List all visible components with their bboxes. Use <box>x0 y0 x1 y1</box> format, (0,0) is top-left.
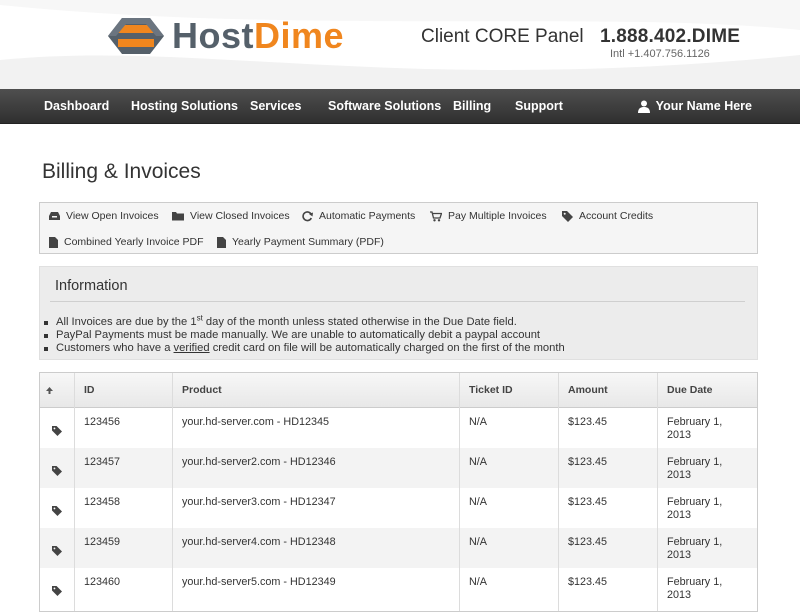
information-panel: Information All Invoices are due by the … <box>39 266 758 360</box>
invoice-amount: $123.45 <box>568 496 608 508</box>
main-nav: Dashboard Hosting Solutions Services Sof… <box>0 89 800 124</box>
invoice-id[interactable]: 123458 <box>84 496 120 509</box>
info-item-paypal: PayPal Payments must be made manually. W… <box>44 329 565 342</box>
tag-icon <box>52 586 62 596</box>
invoice-id[interactable]: 123456 <box>84 416 120 429</box>
invoice-amount: $123.45 <box>568 456 608 468</box>
nav-software-solutions[interactable]: Software Solutions <box>328 89 441 124</box>
invoice-product: your.hd-server4.com - HD12348 <box>182 536 336 548</box>
phone-number: 1.888.402.DIME <box>600 26 741 47</box>
user-name: Your Name Here <box>655 99 752 113</box>
view-open-invoices-link[interactable]: View Open Invoices <box>49 209 159 223</box>
header-due-date[interactable]: Due Date <box>667 373 713 408</box>
information-list: All Invoices are due by the 1st day of t… <box>44 314 565 355</box>
document-icon <box>217 236 226 248</box>
logo-mark-icon <box>108 18 164 54</box>
nav-services[interactable]: Services <box>250 89 301 124</box>
invoice-ticket-id: N/A <box>469 536 487 548</box>
user-icon <box>637 100 650 113</box>
combined-yearly-invoice-pdf-link[interactable]: Combined Yearly Invoice PDF <box>49 235 204 249</box>
invoice-ticket-id: N/A <box>469 456 487 468</box>
sort-column-header[interactable] <box>46 373 60 408</box>
header-id[interactable]: ID <box>84 373 95 408</box>
table-header-row: ID Product Ticket ID Amount Due Date <box>40 373 757 408</box>
inbox-icon <box>49 212 60 220</box>
page-title: Billing & Invoices <box>42 160 201 183</box>
nav-support[interactable]: Support <box>515 89 563 124</box>
invoice-due-date: February 1, 2013 <box>667 416 723 441</box>
invoice-amount: $123.45 <box>568 536 608 548</box>
invoice-ticket-id: N/A <box>469 496 487 508</box>
invoice-ticket-id: N/A <box>469 576 487 588</box>
pay-multiple-invoices-link[interactable]: Pay Multiple Invoices <box>430 209 547 223</box>
document-icon <box>49 236 58 248</box>
invoice-due-date: February 1, 2013 <box>667 536 723 561</box>
table-row[interactable]: 123457 your.hd-server2.com - HD12346 N/A… <box>40 448 757 488</box>
nav-hosting-solutions[interactable]: Hosting Solutions <box>131 89 238 124</box>
table-row[interactable]: 123460 your.hd-server5.com - HD12349 N/A… <box>40 568 757 608</box>
user-menu[interactable]: Your Name Here <box>637 89 752 124</box>
tag-icon <box>52 426 62 436</box>
invoices-table: ID Product Ticket ID Amount Due Date 123… <box>39 372 758 612</box>
invoice-ticket-id: N/A <box>469 416 487 428</box>
panel-title: Client CORE Panel <box>421 26 584 47</box>
header-ticket-id[interactable]: Ticket ID <box>469 373 513 408</box>
information-divider <box>50 301 745 302</box>
invoice-product: your.hd-server5.com - HD12349 <box>182 576 336 588</box>
nav-dashboard[interactable]: Dashboard <box>44 89 109 124</box>
header-product[interactable]: Product <box>182 373 222 408</box>
invoice-product: your.hd-server2.com - HD12346 <box>182 456 336 468</box>
phone-international: Intl +1.407.756.1126 <box>610 48 710 60</box>
invoice-id[interactable]: 123460 <box>84 576 120 589</box>
billing-toolbar: View Open Invoices View Closed Invoices … <box>39 202 758 254</box>
invoice-product: your.hd-server3.com - HD12347 <box>182 496 336 508</box>
tag-icon <box>52 466 62 476</box>
invoice-id[interactable]: 123459 <box>84 536 120 549</box>
table-row[interactable]: 123459 your.hd-server4.com - HD12348 N/A… <box>40 528 757 568</box>
invoice-amount: $123.45 <box>568 576 608 588</box>
invoice-id[interactable]: 123457 <box>84 456 120 469</box>
view-closed-invoices-link[interactable]: View Closed Invoices <box>172 209 290 223</box>
sort-arrow-icon <box>46 387 53 394</box>
verified-link[interactable]: verified <box>174 342 210 354</box>
tag-icon <box>52 506 62 516</box>
info-item-due-date: All Invoices are due by the 1st day of t… <box>44 314 565 329</box>
site-header: HostDime Client CORE Panel 1.888.402.DIM… <box>0 0 800 89</box>
invoice-due-date: February 1, 2013 <box>667 456 723 481</box>
invoice-due-date: February 1, 2013 <box>667 576 723 601</box>
hostdime-logo[interactable]: HostDime <box>108 16 344 56</box>
table-row[interactable]: 123458 your.hd-server3.com - HD12347 N/A… <box>40 488 757 528</box>
invoice-due-date: February 1, 2013 <box>667 496 723 521</box>
invoice-amount: $123.45 <box>568 416 608 428</box>
automatic-payments-link[interactable]: Automatic Payments <box>302 209 415 223</box>
header-amount[interactable]: Amount <box>568 373 608 408</box>
invoice-product: your.hd-server.com - HD12345 <box>182 416 330 428</box>
cart-icon <box>430 210 442 221</box>
logo-wordmark: HostDime <box>172 15 345 56</box>
information-title: Information <box>55 278 128 294</box>
info-item-credit-card: Customers who have a verified credit car… <box>44 342 565 355</box>
account-credits-link[interactable]: Account Credits <box>562 209 653 223</box>
refresh-icon <box>302 210 313 221</box>
table-row[interactable]: 123456 your.hd-server.com - HD12345 N/A … <box>40 408 757 448</box>
tag-icon <box>52 546 62 556</box>
tag-icon <box>562 210 573 222</box>
folder-icon <box>172 212 184 221</box>
nav-billing[interactable]: Billing <box>453 89 491 124</box>
yearly-payment-summary-pdf-link[interactable]: Yearly Payment Summary (PDF) <box>217 235 384 249</box>
